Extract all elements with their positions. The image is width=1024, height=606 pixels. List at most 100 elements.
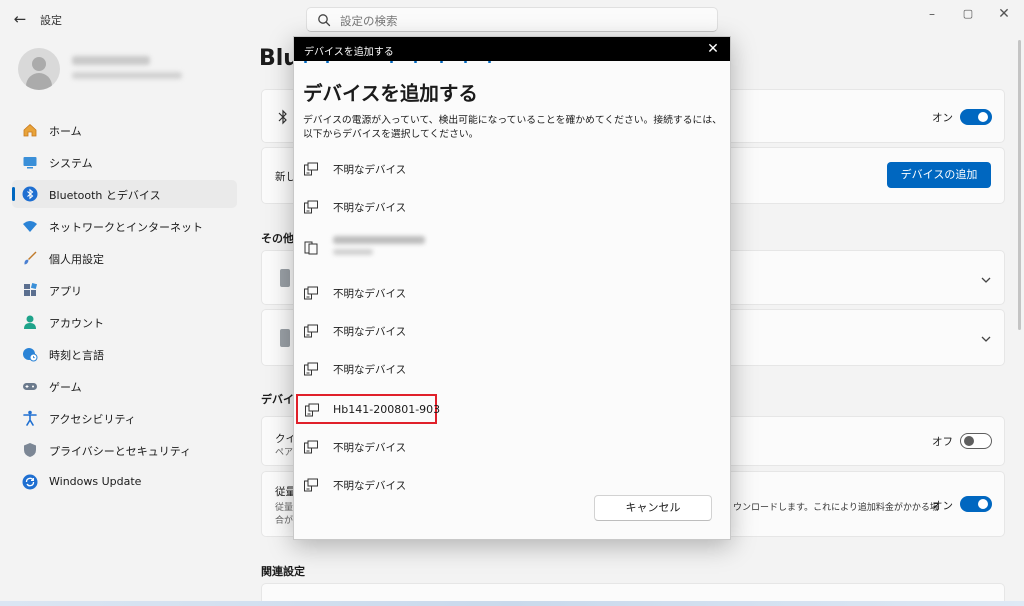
sidebar-item-apps[interactable]: アプリ	[12, 276, 237, 304]
sidebar-item-label: ゲーム	[49, 381, 82, 394]
cancel-button[interactable]: キャンセル	[594, 495, 712, 521]
toggle-knob	[964, 436, 974, 446]
device-name: 不明なデバイス	[333, 288, 407, 300]
close-window-button[interactable]: ✕	[993, 6, 1015, 22]
quick-pair-toggle[interactable]	[960, 433, 992, 449]
sidebar-item-personalization[interactable]: 個人用設定	[12, 244, 237, 272]
back-button[interactable]: ←	[10, 10, 30, 28]
home-icon	[23, 123, 37, 137]
searching-progress-indicator	[294, 61, 730, 63]
device-name: 不明なデバイス	[333, 442, 407, 454]
sidebar-item-accessibility[interactable]: アクセシビリティ	[12, 404, 237, 432]
sidebar-item-label: システム	[49, 157, 93, 170]
metered-toggle-label: オン	[932, 500, 953, 512]
sidebar-item-gaming[interactable]: ゲーム	[12, 372, 237, 400]
bluetooth-symbol-icon	[278, 109, 287, 125]
metered-description-right: ウンロードします。これにより追加料金がかかる場	[733, 503, 939, 513]
maximize-button[interactable]: ▢	[957, 6, 979, 22]
phone-device-icon	[304, 241, 318, 255]
device-name: Hb141-200801-903	[333, 403, 441, 416]
user-email-blurred	[72, 72, 182, 79]
device-list-item[interactable]: 不明なデバイス	[295, 351, 715, 387]
sidebar-item-accounts[interactable]: アカウント	[12, 308, 237, 336]
sidebar-item-label: 個人用設定	[49, 253, 104, 266]
shield-icon	[24, 443, 36, 457]
bluetooth-toggle[interactable]	[960, 109, 992, 125]
bluetooth-toggle-label: オン	[932, 112, 953, 124]
sidebar-item-home[interactable]: ホーム	[12, 116, 237, 144]
sidebar-item-network[interactable]: ネットワークとインターネット	[12, 212, 237, 240]
wifi-icon	[23, 221, 37, 232]
device-icon	[304, 286, 318, 300]
device-icon	[304, 324, 318, 338]
device-list-item-highlighted[interactable]: Hb141-200801-903	[296, 394, 441, 424]
sidebar-item-label: アカウント	[49, 317, 104, 330]
accessibility-icon	[23, 410, 37, 426]
device-icon	[304, 200, 318, 214]
device-name: 不明なデバイス	[333, 326, 407, 338]
sidebar-item-label: ネットワークとインターネット	[49, 221, 203, 234]
sidebar-item-label: Windows Update	[49, 475, 142, 488]
device-name: 不明なデバイス	[333, 364, 407, 376]
app-title: 設定	[40, 14, 62, 27]
sidebar-item-label: プライバシーとセキュリティ	[49, 445, 192, 458]
scrollbar[interactable]	[1018, 40, 1021, 330]
gamepad-icon	[23, 383, 37, 390]
windows-update-icon	[22, 474, 38, 490]
toggle-knob	[978, 112, 988, 122]
sidebar-item-time-language[interactable]: 時刻と言語	[12, 340, 237, 368]
device-list-item[interactable]: 不明なデバイス	[295, 189, 715, 225]
sidebar-item-privacy[interactable]: プライバシーとセキュリティ	[12, 436, 237, 464]
metered-description-line2: 合が	[275, 516, 294, 526]
add-device-button[interactable]: デバイスの追加	[887, 162, 991, 188]
sidebar-item-windows-update[interactable]: Windows Update	[12, 468, 237, 496]
device-name: 不明なデバイス	[333, 164, 407, 176]
device-list-item[interactable]: 不明なデバイス	[295, 313, 715, 349]
device-list-item[interactable]: 不明なデバイス	[295, 429, 715, 465]
sidebar-item-label: アクセシビリティ	[49, 413, 136, 426]
device-icon	[305, 403, 319, 417]
avatar[interactable]	[18, 48, 60, 90]
apps-icon	[24, 282, 38, 296]
dialog-close-button[interactable]: ✕	[704, 40, 722, 58]
taskbar-edge	[0, 601, 1024, 606]
device-list-item-blurred[interactable]	[295, 229, 715, 265]
add-device-dialog: デバイスを追加する ✕ デバイスを追加する デバイスの電源が入っていて、検出可能…	[293, 36, 731, 540]
quick-pair-toggle-label: オフ	[932, 436, 953, 448]
avatar-head-shape	[32, 57, 46, 71]
metered-description-line1: 従量	[275, 503, 294, 513]
account-icon	[24, 315, 36, 329]
system-icon	[23, 157, 37, 169]
sidebar-item-system[interactable]: システム	[12, 148, 237, 176]
user-name-blurred	[72, 56, 150, 65]
dialog-title-bar-text: デバイスを追加する	[304, 47, 394, 58]
device-icon	[280, 269, 290, 287]
device-list-item[interactable]: 不明なデバイス	[295, 275, 715, 311]
dialog-heading: デバイスを追加する	[303, 82, 478, 105]
avatar-body-shape	[26, 73, 52, 90]
device-icon	[304, 362, 318, 376]
bluetooth-icon	[22, 186, 38, 202]
dialog-description: デバイスの電源が入っていて、検出可能になっていることを確かめてください。接続する…	[303, 115, 722, 140]
device-type-blurred	[333, 249, 373, 255]
search-icon	[318, 14, 331, 27]
sidebar-item-label: Bluetooth とデバイス	[49, 189, 161, 202]
minimize-button[interactable]: –	[921, 6, 943, 22]
globe-clock-icon	[23, 348, 38, 362]
title-bar: ← 設定 設定の検索 – ▢ ✕	[0, 0, 1024, 38]
device-name: 不明なデバイス	[333, 202, 407, 214]
device-icon	[280, 329, 290, 347]
device-name-blurred	[333, 236, 425, 244]
sidebar-item-label: アプリ	[49, 285, 82, 298]
device-icon	[304, 162, 318, 176]
dialog-title-bar: デバイスを追加する ✕	[294, 37, 730, 61]
metered-toggle[interactable]	[960, 496, 992, 512]
device-icon	[304, 440, 318, 454]
quick-pair-description: ペア	[275, 448, 294, 458]
device-name: 不明なデバイス	[333, 480, 407, 492]
chevron-down-icon	[981, 277, 991, 283]
sidebar-item-bluetooth[interactable]: Bluetooth とデバイス	[12, 180, 237, 208]
device-list-item[interactable]: 不明なデバイス	[295, 151, 715, 187]
search-box[interactable]: 設定の検索	[306, 7, 718, 32]
toggle-knob	[978, 499, 988, 509]
